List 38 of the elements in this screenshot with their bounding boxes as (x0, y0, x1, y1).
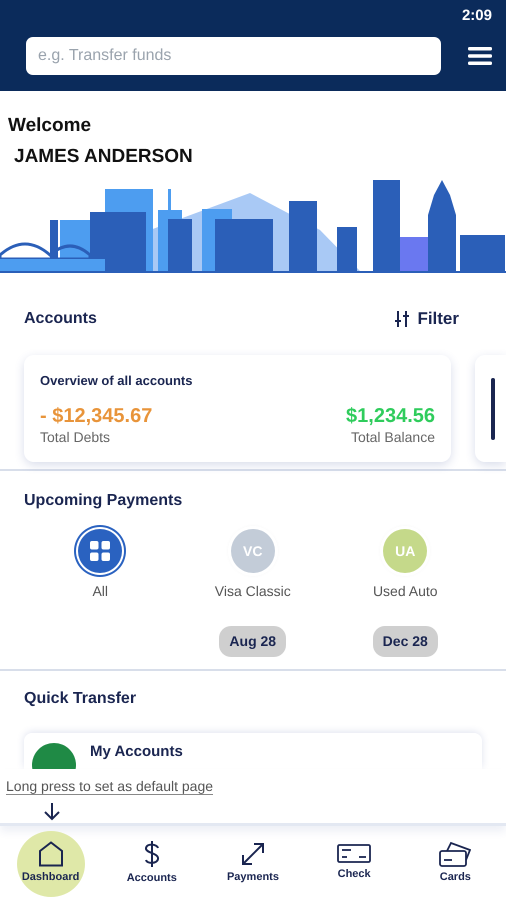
card-title: Overview of all accounts (40, 372, 194, 390)
transfer-card[interactable]: My Accounts (24, 733, 482, 769)
balance-amount: $1,234.56 (346, 404, 435, 426)
status-time: 2:09 (462, 6, 492, 26)
home-icon (38, 841, 64, 868)
section-title: Quick Transfer (24, 689, 138, 709)
cards-icon (439, 841, 472, 868)
nav-tab[interactable]: Accounts (118, 830, 186, 896)
welcome-heading: Welcome (8, 115, 92, 138)
hint-text: Long press to set as default page (6, 778, 214, 795)
user-name: JAMES ANDERSON (14, 146, 194, 169)
dollar-icon (142, 840, 161, 868)
nav-tab[interactable]: Payments (218, 830, 287, 896)
nav-tab[interactable]: Check (320, 830, 388, 896)
nav-tab[interactable]: Dashboard (16, 830, 85, 896)
account-card[interactable] (475, 355, 506, 462)
amount-label: Total Balance (350, 428, 435, 446)
payment-label: Visa Classic (214, 582, 291, 601)
debt-amount: - $12,345.67 (40, 404, 152, 426)
filter-button[interactable]: Filter (394, 305, 460, 333)
section-title: Accounts (24, 309, 97, 329)
check-icon (337, 844, 372, 864)
payment-label: Used Auto (372, 582, 438, 601)
diagonal-arrows-icon (240, 841, 266, 868)
menu-icon[interactable] (468, 46, 492, 66)
grid-icon (90, 541, 110, 561)
filter-icon (395, 311, 410, 327)
search-field[interactable]: e.g. Transfer funds (26, 37, 441, 75)
amount-label: Total Debts (40, 428, 112, 446)
transfer-title: My Accounts (90, 742, 183, 762)
all-button[interactable] (78, 529, 122, 573)
overview-card[interactable]: Overview of all accounts - $12,345.67 Total Debts $1,234.56 Total Balance (24, 355, 451, 462)
nav-tab[interactable]: Cards (421, 830, 490, 896)
due-date: Dec 28 (372, 626, 438, 657)
section-title: Upcoming Payments (24, 491, 184, 511)
payment-label: All (92, 582, 108, 601)
due-date: Aug 28 (219, 626, 286, 657)
down-arrow-icon (44, 803, 60, 821)
